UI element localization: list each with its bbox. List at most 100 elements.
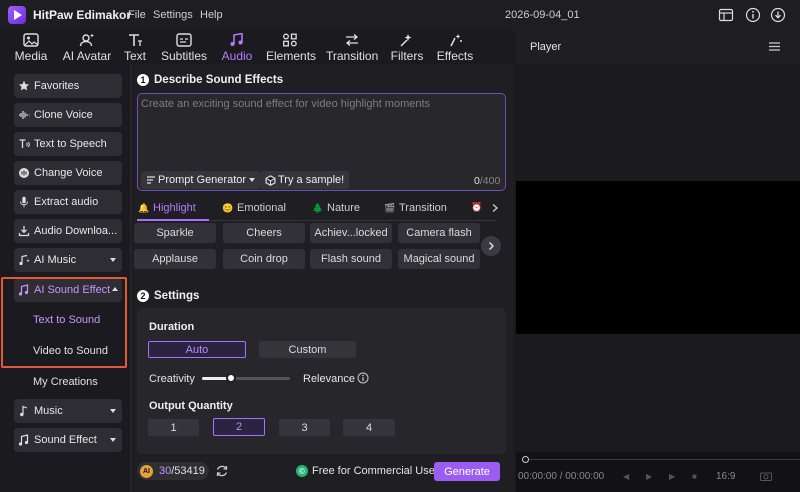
tab-label: Elements: [266, 49, 317, 63]
dice-icon: [265, 174, 276, 186]
category-emotional[interactable]: 😊 Emotional: [222, 202, 286, 214]
sidebar-item-label: Extract audio: [34, 196, 99, 208]
tab-subtitles[interactable]: Subtitles: [160, 30, 208, 64]
tab-effects[interactable]: Effects: [436, 30, 474, 64]
quantity-3-button[interactable]: 3: [279, 419, 330, 436]
info-icon[interactable]: [745, 7, 761, 23]
tts-icon: [19, 139, 30, 148]
camera-icon[interactable]: [760, 471, 772, 481]
chip-cheers[interactable]: Cheers: [223, 223, 305, 243]
next-icon[interactable]: ▶: [669, 472, 678, 481]
chip-achievement-unlocked[interactable]: Achiev...locked: [310, 223, 392, 243]
ai-avatar-icon: [79, 33, 95, 47]
relevance-label: Relevance: [303, 373, 355, 385]
category-nature[interactable]: 🌲 Nature: [312, 202, 360, 214]
tab-media[interactable]: Media: [10, 30, 52, 64]
chevron-down-icon: [249, 178, 256, 182]
menu-icon[interactable]: [769, 42, 780, 51]
menu-settings[interactable]: Settings: [153, 9, 193, 21]
sidebar-item-label: Favorites: [34, 80, 80, 92]
sidebar-item-label: Music: [34, 405, 63, 417]
highlight-icon: 🔔: [138, 203, 150, 213]
prompt-generator-button[interactable]: Prompt Generator: [141, 171, 261, 189]
category-highlight[interactable]: 🔔 Highlight: [138, 202, 196, 214]
chip-camera-flash[interactable]: Camera flash: [398, 223, 480, 243]
section-title-text: Describe Sound Effects: [154, 74, 284, 86]
try-sample-label: Try a sample!: [278, 174, 345, 186]
chip-flash-sound[interactable]: Flash sound: [310, 249, 392, 269]
star-icon: [18, 80, 30, 91]
app-name: HitPaw Edimakor: [33, 8, 132, 22]
sidebar-item-ai-music[interactable]: AI Music: [14, 248, 122, 272]
voice-icon: [19, 168, 29, 178]
tab-label: Filters: [390, 49, 424, 63]
transition-icon: 🎬: [384, 203, 396, 213]
download-icon: [18, 226, 30, 237]
quantity-1-button[interactable]: 1: [148, 419, 199, 436]
prompt-generator-label: Prompt Generator: [158, 174, 247, 186]
tab-filters[interactable]: Filters: [390, 30, 424, 64]
prev-icon[interactable]: ◀: [623, 472, 632, 481]
duration-custom-button[interactable]: Custom: [259, 341, 356, 358]
category-label: Highlight: [153, 202, 196, 214]
menu-file[interactable]: File: [128, 9, 146, 21]
aspect-ratio[interactable]: 16:9: [716, 471, 735, 482]
step-number: 2: [137, 290, 149, 302]
tree-icon: 🌲: [312, 203, 324, 213]
duration-auto-button[interactable]: Auto: [148, 341, 246, 358]
tab-label: Effects: [436, 49, 474, 63]
mic-icon: [20, 196, 28, 208]
sidebar-item-music[interactable]: Music: [14, 399, 122, 423]
char-counter: 0/400: [474, 175, 500, 187]
sidebar-item-my-creations[interactable]: My Creations: [33, 376, 98, 388]
generate-button[interactable]: Generate: [434, 462, 500, 481]
quantity-2-button[interactable]: 2: [213, 418, 265, 436]
copyright-icon: ©: [296, 465, 308, 477]
output-quantity-label: Output Quantity: [149, 400, 233, 412]
chips-next-button[interactable]: [481, 236, 501, 256]
sidebar-item-label: AI Music: [34, 254, 77, 266]
play-icon[interactable]: ▶: [646, 472, 655, 481]
duration-label: Duration: [149, 321, 195, 333]
chip-applause[interactable]: Applause: [134, 249, 216, 269]
download-icon[interactable]: [770, 7, 786, 23]
sidebar-item-text-to-speech[interactable]: Text to Speech: [14, 132, 122, 156]
tab-ai-avatar[interactable]: AI Avatar: [60, 30, 114, 64]
chip-magical-sound[interactable]: Magical sound: [398, 249, 480, 269]
creativity-slider-thumb[interactable]: [226, 373, 236, 383]
category-transition[interactable]: 🎬 Transition: [384, 202, 447, 214]
tab-transition[interactable]: Transition: [326, 30, 378, 64]
chevron-right-icon[interactable]: [490, 203, 500, 213]
sidebar-item-sound-effect[interactable]: Sound Effect: [14, 428, 122, 452]
chevron-right-icon: [488, 241, 495, 251]
elements-icon: [282, 33, 298, 47]
category-more[interactable]: ⏰: [471, 202, 486, 212]
chevron-down-icon: [110, 409, 116, 413]
sidebar-item-change-voice[interactable]: Change Voice: [14, 161, 122, 185]
chip-sparkle[interactable]: Sparkle: [134, 223, 216, 243]
info-icon[interactable]: [357, 372, 369, 384]
menu-help[interactable]: Help: [200, 9, 223, 21]
tab-elements[interactable]: Elements: [266, 30, 317, 64]
layout-icon[interactable]: [718, 7, 734, 23]
tab-audio[interactable]: Audio: [220, 30, 254, 64]
refresh-icon[interactable]: [215, 464, 229, 478]
tab-text[interactable]: Text: [120, 30, 150, 64]
quantity-4-button[interactable]: 4: [343, 419, 395, 436]
sidebar-item-audio-download[interactable]: Audio Downloa...: [14, 219, 122, 243]
ai-music-icon: [19, 254, 30, 266]
chip-coin-drop[interactable]: Coin drop: [223, 249, 305, 269]
tab-label: Audio: [221, 49, 253, 63]
playhead[interactable]: [522, 456, 529, 463]
sidebar-item-extract-audio[interactable]: Extract audio: [14, 190, 122, 214]
tab-label: Text: [123, 49, 146, 63]
sidebar-item-favorites[interactable]: Favorites: [14, 74, 122, 98]
stop-icon[interactable]: ■: [692, 472, 701, 481]
music-icon: [20, 405, 28, 417]
creativity-label: Creativity: [149, 373, 195, 385]
timeline-scrubber[interactable]: [526, 459, 800, 460]
sidebar-item-clone-voice[interactable]: Clone Voice: [14, 103, 122, 127]
media-icon: [23, 33, 39, 47]
try-sample-button[interactable]: Try a sample!: [260, 171, 350, 189]
category-label: Transition: [399, 202, 447, 214]
